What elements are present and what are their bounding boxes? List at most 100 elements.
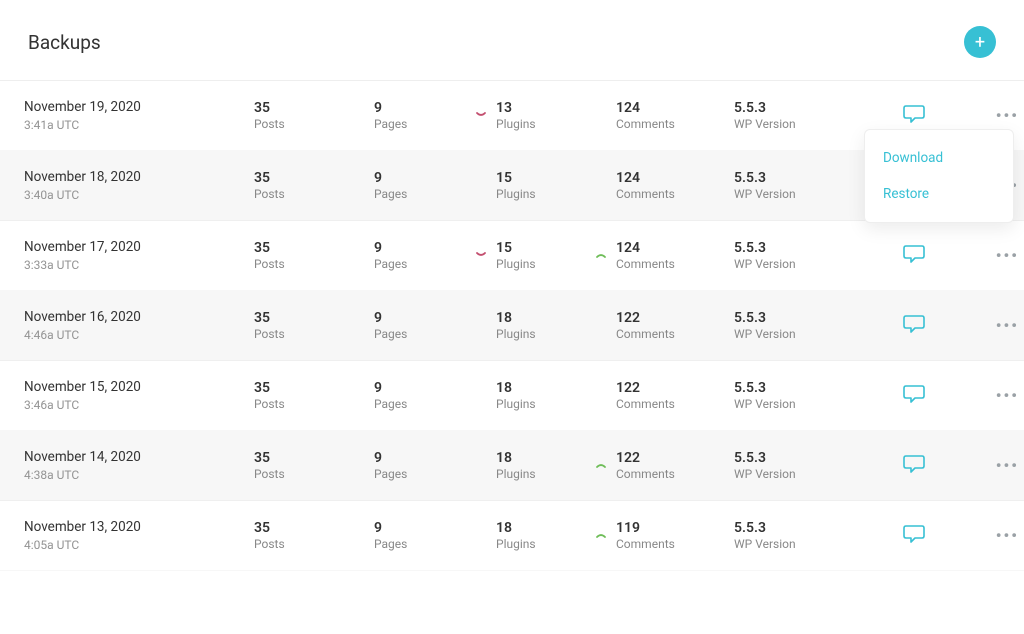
note-button[interactable] [903,244,925,268]
posts-value: 35 [254,380,285,397]
backup-time: 3:33a UTC [24,258,254,272]
wpversion-col: 5.5.3 WP Version [734,380,869,411]
comments-col: 122 Comments [594,380,734,411]
notes-col [869,384,959,408]
dots-icon: ••• [996,456,1019,475]
plugins-label: Plugins [496,327,536,341]
pages-label: Pages [374,327,407,341]
comments-label: Comments [616,187,675,201]
actions-col: ••• [959,386,1019,405]
dots-icon: ••• [996,386,1019,405]
wpversion-label: WP Version [734,397,796,411]
comments-col: 119 Comments [594,520,734,551]
add-backup-button[interactable]: + [964,26,996,58]
pages-value: 9 [374,310,407,327]
comments-col: 124 Comments [594,100,734,131]
pages-col: 9 Pages [374,170,474,201]
comments-value: 122 [616,380,675,397]
comments-value: 124 [616,100,675,117]
more-actions-button[interactable]: ••• [996,526,1019,545]
pages-value: 9 [374,100,407,117]
pages-col: 9 Pages [374,380,474,411]
plugins-col: 18 Plugins [474,380,594,411]
comments-label: Comments [616,537,675,551]
pages-label: Pages [374,397,407,411]
note-button[interactable] [903,384,925,408]
pages-value: 9 [374,450,407,467]
pages-label: Pages [374,187,407,201]
plugins-col: 13 Plugins [474,100,594,131]
posts-label: Posts [254,537,285,551]
page-title: Backups [28,31,101,54]
more-actions-button[interactable]: ••• [996,246,1019,265]
backup-time: 3:40a UTC [24,188,254,202]
plugins-label: Plugins [496,257,536,271]
note-button[interactable] [903,454,925,478]
date-col: November 15, 2020 3:46a UTC [24,379,254,412]
delta-placeholder [594,388,608,402]
restore-menu-item[interactable]: Restore [865,176,1013,212]
posts-label: Posts [254,187,285,201]
backup-time: 3:41a UTC [24,118,254,132]
more-actions-button[interactable]: ••• [996,456,1019,475]
posts-col: 35 Posts [254,240,374,271]
page-header: Backups + [0,0,1024,81]
chevron-up-icon [594,458,608,472]
posts-value: 35 [254,170,285,187]
delta-placeholder [594,318,608,332]
backup-date: November 17, 2020 [24,239,254,255]
pages-label: Pages [374,537,407,551]
wpversion-value: 5.5.3 [734,520,796,537]
backup-date: November 16, 2020 [24,309,254,325]
backup-date: November 19, 2020 [24,99,254,115]
backup-list: November 19, 2020 3:41a UTC 35 Posts 9 P… [0,81,1024,571]
comments-value: 122 [616,450,675,467]
actions-col: ••• [959,316,1019,335]
posts-value: 35 [254,310,285,327]
note-button[interactable] [903,104,925,128]
download-menu-item[interactable]: Download [865,140,1013,176]
pages-label: Pages [374,257,407,271]
posts-label: Posts [254,257,285,271]
wpversion-value: 5.5.3 [734,100,796,117]
more-actions-button[interactable]: ••• [996,386,1019,405]
note-button[interactable] [903,524,925,548]
posts-label: Posts [254,397,285,411]
delta-placeholder [474,528,488,542]
more-actions-button[interactable]: ••• [996,106,1019,125]
comments-value: 124 [616,240,675,257]
backup-date: November 14, 2020 [24,449,254,465]
date-col: November 17, 2020 3:33a UTC [24,239,254,272]
more-actions-button[interactable]: ••• [996,316,1019,335]
comments-label: Comments [616,327,675,341]
plugins-value: 13 [496,100,536,117]
pages-value: 9 [374,240,407,257]
wpversion-col: 5.5.3 WP Version [734,450,869,481]
plugins-label: Plugins [496,467,536,481]
comments-value: 124 [616,170,675,187]
posts-col: 35 Posts [254,170,374,201]
actions-col: ••• [959,106,1019,125]
pages-value: 9 [374,170,407,187]
notes-col [869,104,959,128]
plus-icon: + [975,32,985,53]
pages-value: 9 [374,520,407,537]
notes-col [869,524,959,548]
plugins-value: 15 [496,170,536,187]
backup-date: November 18, 2020 [24,169,254,185]
plugins-label: Plugins [496,397,536,411]
pages-col: 9 Pages [374,240,474,271]
wpversion-col: 5.5.3 WP Version [734,520,869,551]
wpversion-col: 5.5.3 WP Version [734,240,869,271]
comments-value: 122 [616,310,675,327]
comments-value: 119 [616,520,675,537]
backup-row: November 16, 2020 4:46a UTC 35 Posts 9 P… [0,291,1024,361]
pages-label: Pages [374,467,407,481]
posts-col: 35 Posts [254,520,374,551]
notes-col [869,314,959,338]
note-button[interactable] [903,314,925,338]
delta-placeholder [594,178,608,192]
actions-col: ••• [959,456,1019,475]
plugins-col: 15 Plugins [474,170,594,201]
plugins-value: 18 [496,310,536,327]
